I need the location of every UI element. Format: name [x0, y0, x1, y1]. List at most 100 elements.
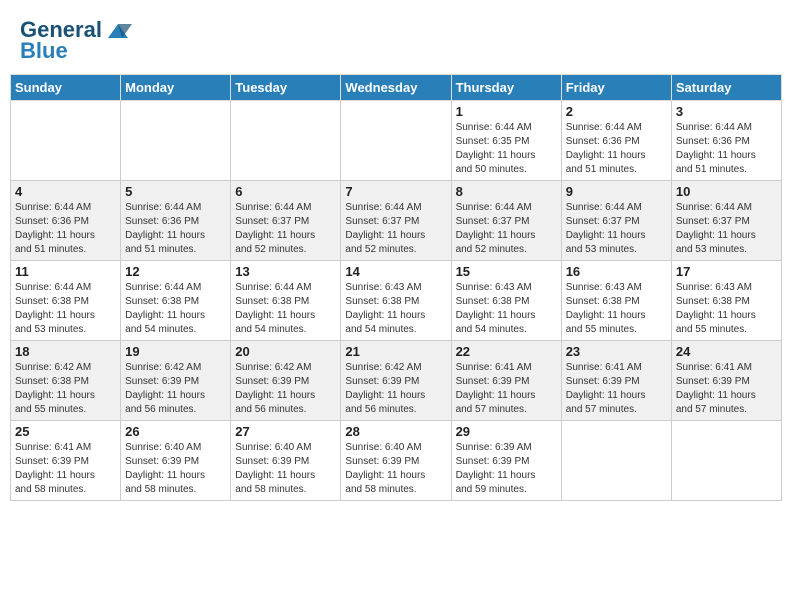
day-number: 6 [235, 184, 336, 199]
day-info: Sunrise: 6:44 AM Sunset: 6:36 PM Dayligh… [125, 201, 226, 257]
page-header: General Blue [10, 10, 782, 68]
calendar-cell [11, 101, 121, 181]
day-info: Sunrise: 6:44 AM Sunset: 6:37 PM Dayligh… [235, 201, 336, 257]
calendar-cell: 21 Sunrise: 6:42 AM Sunset: 6:39 PM Dayli… [341, 341, 451, 421]
day-number: 7 [345, 184, 446, 199]
day-info: Sunrise: 6:40 AM Sunset: 6:39 PM Dayligh… [235, 441, 336, 497]
day-info: Sunrise: 6:43 AM Sunset: 6:38 PM Dayligh… [566, 281, 667, 337]
calendar-cell: 23Sunrise: 6:41 AM Sunset: 6:39 PM Dayli… [561, 341, 671, 421]
day-header-monday: Monday [121, 75, 231, 101]
day-number: 29 [456, 424, 557, 439]
day-info: Sunrise: 6:43 AM Sunset: 6:38 PM Dayligh… [456, 281, 557, 337]
calendar-cell: 18Sunrise: 6:42 AM Sunset: 6:38 PM Dayli… [11, 341, 121, 421]
calendar-cell: 15 Sunrise: 6:43 AM Sunset: 6:38 PM Dayli… [451, 261, 561, 341]
calendar-header-row: SundayMondayTuesdayWednesdayThursdayFrid… [11, 75, 782, 101]
day-info: Sunrise: 6:42 AM Sunset: 6:39 PM Dayligh… [125, 361, 226, 417]
calendar-cell: 14 Sunrise: 6:43 AM Sunset: 6:38 PM Dayli… [341, 261, 451, 341]
day-number: 11 [15, 264, 116, 279]
day-number: 5 [125, 184, 226, 199]
day-number: 17 [676, 264, 777, 279]
calendar-cell [341, 101, 451, 181]
calendar-cell: 25 Sunrise: 6:41 AM Sunset: 6:39 PM Dayli… [11, 421, 121, 501]
calendar-cell [561, 421, 671, 501]
day-info: Sunrise: 6:44 AM Sunset: 6:36 PM Dayligh… [15, 201, 116, 257]
calendar-cell: 28Sunrise: 6:40 AM Sunset: 6:39 PM Dayli… [341, 421, 451, 501]
calendar-cell [231, 101, 341, 181]
day-info: Sunrise: 6:44 AM Sunset: 6:38 PM Dayligh… [125, 281, 226, 337]
calendar-cell: 29 Sunrise: 6:39 AM Sunset: 6:39 PM Dayli… [451, 421, 561, 501]
day-info: Sunrise: 6:41 AM Sunset: 6:39 PM Dayligh… [566, 361, 667, 417]
calendar-cell: 26 Sunrise: 6:40 AM Sunset: 6:39 PM Dayli… [121, 421, 231, 501]
calendar-cell: 11 Sunrise: 6:44 AM Sunset: 6:38 PM Dayli… [11, 261, 121, 341]
calendar-cell: 5 Sunrise: 6:44 AM Sunset: 6:36 PM Daylig… [121, 181, 231, 261]
calendar-week-row: 11 Sunrise: 6:44 AM Sunset: 6:38 PM Dayli… [11, 261, 782, 341]
day-number: 14 [345, 264, 446, 279]
day-number: 20 [235, 344, 336, 359]
calendar-cell [121, 101, 231, 181]
day-info: Sunrise: 6:39 AM Sunset: 6:39 PM Dayligh… [456, 441, 557, 497]
calendar-cell: 12Sunrise: 6:44 AM Sunset: 6:38 PM Dayli… [121, 261, 231, 341]
day-info: Sunrise: 6:41 AM Sunset: 6:39 PM Dayligh… [456, 361, 557, 417]
day-number: 18 [15, 344, 116, 359]
calendar-cell: 19 Sunrise: 6:42 AM Sunset: 6:39 PM Dayli… [121, 341, 231, 421]
calendar-cell: 22 Sunrise: 6:41 AM Sunset: 6:39 PM Dayli… [451, 341, 561, 421]
day-info: Sunrise: 6:44 AM Sunset: 6:37 PM Dayligh… [676, 201, 777, 257]
day-number: 10 [676, 184, 777, 199]
day-info: Sunrise: 6:44 AM Sunset: 6:37 PM Dayligh… [345, 201, 446, 257]
day-number: 16 [566, 264, 667, 279]
day-number: 8 [456, 184, 557, 199]
day-info: Sunrise: 6:43 AM Sunset: 6:38 PM Dayligh… [676, 281, 777, 337]
day-header-saturday: Saturday [671, 75, 781, 101]
day-header-thursday: Thursday [451, 75, 561, 101]
calendar-cell: 13Sunrise: 6:44 AM Sunset: 6:38 PM Dayli… [231, 261, 341, 341]
day-number: 22 [456, 344, 557, 359]
day-number: 24 [676, 344, 777, 359]
day-info: Sunrise: 6:44 AM Sunset: 6:37 PM Dayligh… [456, 201, 557, 257]
day-header-sunday: Sunday [11, 75, 121, 101]
day-info: Sunrise: 6:41 AM Sunset: 6:39 PM Dayligh… [15, 441, 116, 497]
day-number: 15 [456, 264, 557, 279]
day-header-friday: Friday [561, 75, 671, 101]
calendar-cell: 17 Sunrise: 6:43 AM Sunset: 6:38 PM Dayli… [671, 261, 781, 341]
day-info: Sunrise: 6:44 AM Sunset: 6:36 PM Dayligh… [676, 121, 777, 177]
logo-icon [104, 20, 132, 42]
day-number: 9 [566, 184, 667, 199]
calendar-cell: 4Sunrise: 6:44 AM Sunset: 6:36 PM Daylig… [11, 181, 121, 261]
calendar-cell: 27 Sunrise: 6:40 AM Sunset: 6:39 PM Dayli… [231, 421, 341, 501]
day-info: Sunrise: 6:40 AM Sunset: 6:39 PM Dayligh… [125, 441, 226, 497]
calendar-cell: 3 Sunrise: 6:44 AM Sunset: 6:36 PM Daylig… [671, 101, 781, 181]
calendar-week-row: 1 Sunrise: 6:44 AM Sunset: 6:35 PM Daylig… [11, 101, 782, 181]
day-number: 26 [125, 424, 226, 439]
calendar-cell: 9 Sunrise: 6:44 AM Sunset: 6:37 PM Daylig… [561, 181, 671, 261]
calendar-cell: 20 Sunrise: 6:42 AM Sunset: 6:39 PM Dayli… [231, 341, 341, 421]
day-number: 1 [456, 104, 557, 119]
day-info: Sunrise: 6:44 AM Sunset: 6:36 PM Dayligh… [566, 121, 667, 177]
calendar-cell [671, 421, 781, 501]
logo: General Blue [20, 18, 132, 64]
calendar-week-row: 25 Sunrise: 6:41 AM Sunset: 6:39 PM Dayli… [11, 421, 782, 501]
day-number: 3 [676, 104, 777, 119]
calendar-cell: 16 Sunrise: 6:43 AM Sunset: 6:38 PM Dayli… [561, 261, 671, 341]
day-number: 13 [235, 264, 336, 279]
day-info: Sunrise: 6:44 AM Sunset: 6:37 PM Dayligh… [566, 201, 667, 257]
day-info: Sunrise: 6:42 AM Sunset: 6:39 PM Dayligh… [345, 361, 446, 417]
day-number: 2 [566, 104, 667, 119]
day-number: 21 [345, 344, 446, 359]
calendar-cell: 2 Sunrise: 6:44 AM Sunset: 6:36 PM Daylig… [561, 101, 671, 181]
day-info: Sunrise: 6:43 AM Sunset: 6:38 PM Dayligh… [345, 281, 446, 337]
day-info: Sunrise: 6:41 AM Sunset: 6:39 PM Dayligh… [676, 361, 777, 417]
calendar-cell: 1 Sunrise: 6:44 AM Sunset: 6:35 PM Daylig… [451, 101, 561, 181]
calendar-cell: 10 Sunrise: 6:44 AM Sunset: 6:37 PM Dayli… [671, 181, 781, 261]
day-header-wednesday: Wednesday [341, 75, 451, 101]
calendar-cell: 7 Sunrise: 6:44 AM Sunset: 6:37 PM Daylig… [341, 181, 451, 261]
day-number: 19 [125, 344, 226, 359]
day-info: Sunrise: 6:44 AM Sunset: 6:38 PM Dayligh… [15, 281, 116, 337]
day-info: Sunrise: 6:44 AM Sunset: 6:35 PM Dayligh… [456, 121, 557, 177]
day-info: Sunrise: 6:42 AM Sunset: 6:39 PM Dayligh… [235, 361, 336, 417]
calendar-week-row: 4Sunrise: 6:44 AM Sunset: 6:36 PM Daylig… [11, 181, 782, 261]
day-number: 27 [235, 424, 336, 439]
calendar-week-row: 18Sunrise: 6:42 AM Sunset: 6:38 PM Dayli… [11, 341, 782, 421]
calendar-table: SundayMondayTuesdayWednesdayThursdayFrid… [10, 74, 782, 501]
calendar-cell: 24 Sunrise: 6:41 AM Sunset: 6:39 PM Dayli… [671, 341, 781, 421]
day-number: 25 [15, 424, 116, 439]
